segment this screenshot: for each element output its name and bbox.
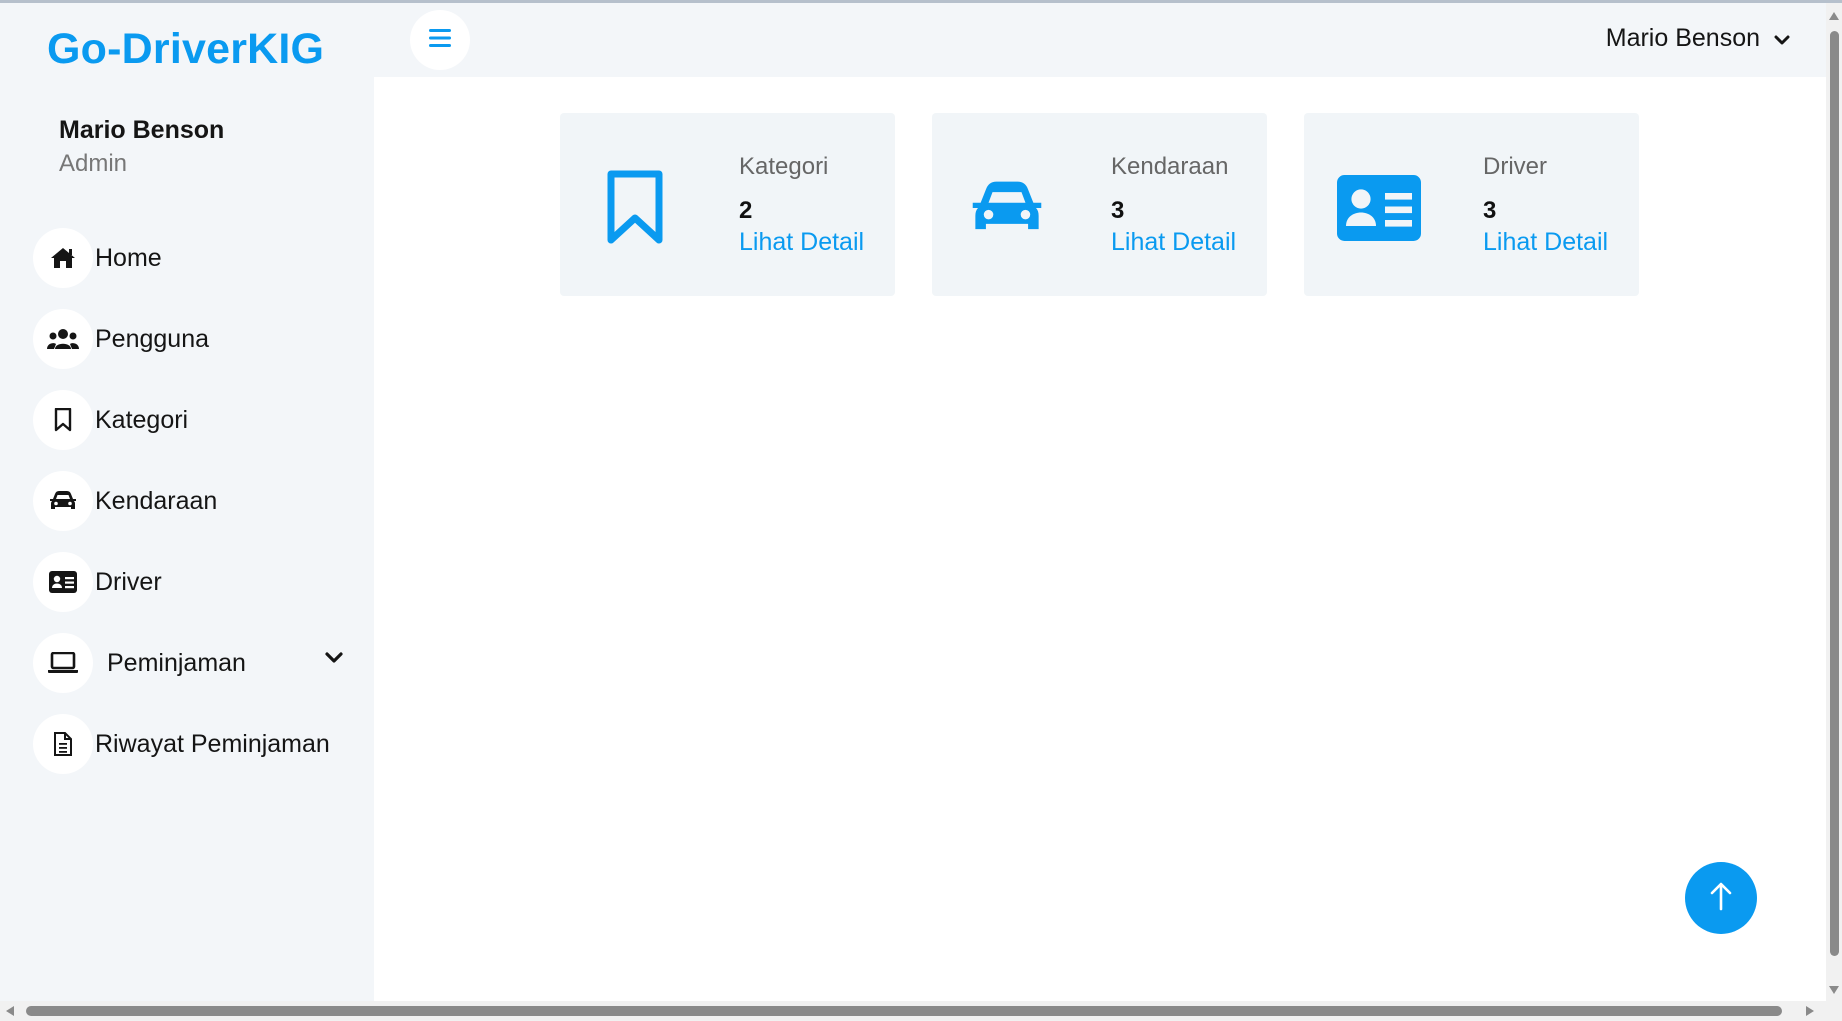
- stat-card-kategori: Kategori 2 Lihat Detail: [560, 113, 895, 296]
- scroll-left-arrow-icon[interactable]: [6, 1006, 14, 1016]
- hamburger-icon: [429, 28, 451, 53]
- sidebar-item-peminjaman[interactable]: Peminjaman: [33, 633, 353, 693]
- horizontal-scrollbar[interactable]: [0, 1001, 1842, 1021]
- back-to-top-button[interactable]: [1685, 862, 1757, 934]
- card-count: 3: [1483, 197, 1497, 224]
- stat-card-kendaraan: Kendaraan 3 Lihat Detail: [932, 113, 1267, 296]
- id-card-icon: [1334, 168, 1424, 248]
- scroll-right-arrow-icon[interactable]: [1806, 1006, 1814, 1016]
- bookmark-icon: [590, 168, 680, 248]
- lihat-detail-link[interactable]: Lihat Detail: [1111, 228, 1236, 257]
- sidebar: Go-DriverKIG Mario Benson Admin Home Pen…: [0, 3, 374, 1001]
- sidebar-item-label: Driver: [95, 567, 162, 596]
- users-icon: [33, 309, 93, 369]
- scroll-down-arrow-icon[interactable]: [1829, 986, 1839, 994]
- laptop-icon: [33, 633, 93, 693]
- vertical-scrollbar[interactable]: [1826, 3, 1842, 1001]
- vertical-scrollbar-thumb[interactable]: [1830, 31, 1839, 956]
- sidebar-item-driver[interactable]: Driver: [33, 552, 353, 612]
- sidebar-item-label: Home: [95, 243, 162, 272]
- sidebar-user-role: Admin: [59, 150, 128, 177]
- sidebar-item-home[interactable]: Home: [33, 228, 353, 288]
- chevron-down-icon: [1760, 24, 1790, 53]
- stat-card-driver: Driver 3 Lihat Detail: [1304, 113, 1639, 296]
- card-title: Kategori: [739, 153, 829, 180]
- brand-logo[interactable]: Go-DriverKIG: [47, 25, 324, 74]
- sidebar-item-riwayat-peminjaman[interactable]: Riwayat Peminjaman: [33, 714, 353, 774]
- sidebar-item-label: Kategori: [95, 405, 189, 434]
- car-icon: [962, 168, 1052, 248]
- bookmark-icon: [33, 390, 93, 450]
- sidebar-item-kategori[interactable]: Kategori: [33, 390, 353, 450]
- horizontal-scrollbar-thumb[interactable]: [26, 1006, 1782, 1016]
- hamburger-menu-button[interactable]: [410, 10, 470, 70]
- card-title: Driver: [1483, 153, 1547, 180]
- card-count: 3: [1111, 197, 1125, 224]
- id-card-icon: [33, 552, 93, 612]
- sidebar-item-pengguna[interactable]: Pengguna: [33, 309, 353, 369]
- sidebar-item-label: Riwayat Peminjaman: [95, 729, 330, 758]
- home-icon: [33, 228, 93, 288]
- arrow-up-icon: [1709, 881, 1733, 916]
- sidebar-user-name: Mario Benson: [59, 116, 225, 144]
- card-count: 2: [739, 197, 753, 224]
- sidebar-item-label: Kendaraan: [95, 486, 218, 515]
- lihat-detail-link[interactable]: Lihat Detail: [1483, 228, 1608, 257]
- main-content: Kategori 2 Lihat Detail Kendaraan 3 Liha…: [374, 77, 1826, 1001]
- lihat-detail-link[interactable]: Lihat Detail: [739, 228, 864, 257]
- scroll-up-arrow-icon[interactable]: [1829, 12, 1839, 20]
- chevron-down-icon[interactable]: [325, 651, 343, 669]
- sidebar-item-label: Pengguna: [95, 324, 210, 353]
- file-icon: [33, 714, 93, 774]
- card-title: Kendaraan: [1111, 153, 1229, 180]
- car-icon: [33, 471, 93, 531]
- sidebar-item-label: Peminjaman: [107, 648, 246, 677]
- sidebar-item-kendaraan[interactable]: Kendaraan: [33, 471, 353, 531]
- header-user-name: Mario Benson: [1605, 24, 1760, 52]
- user-menu-dropdown[interactable]: Mario Benson: [1606, 24, 1790, 53]
